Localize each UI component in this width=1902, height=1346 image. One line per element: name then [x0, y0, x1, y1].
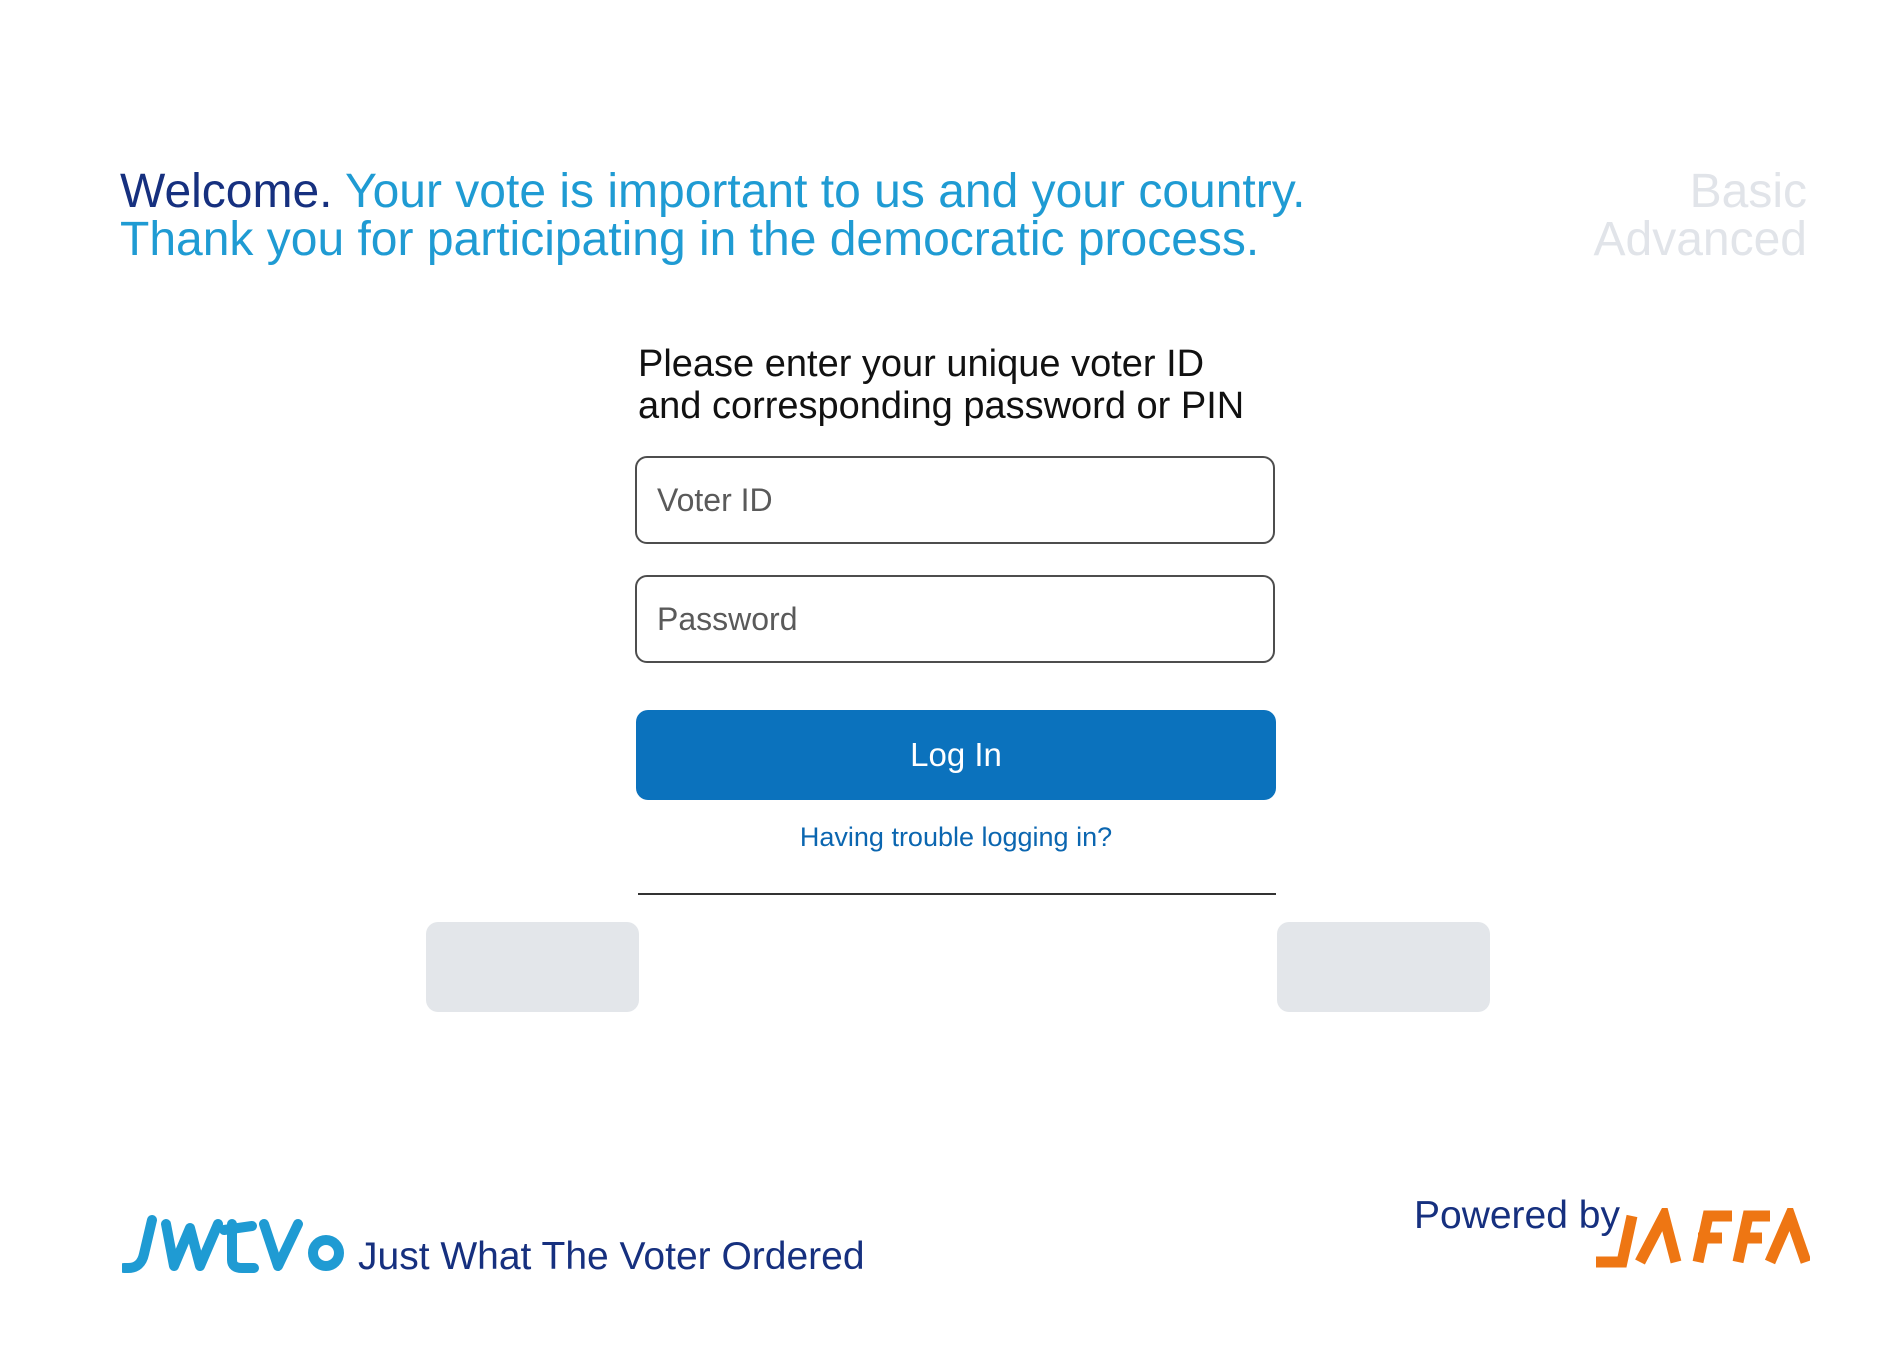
- mode-switch: Basic Advanced: [1594, 168, 1808, 264]
- login-prompt-line-1: Please enter your unique voter ID: [638, 343, 1205, 385]
- footer-brand: Just What The Voter Ordered: [122, 1206, 865, 1276]
- secondary-button-left[interactable]: [426, 922, 639, 1012]
- welcome-line-2: Thank you for participating in the democ…: [120, 213, 1260, 266]
- welcome-strong: Welcome.: [120, 165, 333, 218]
- jwtvo-logo: [122, 1215, 344, 1273]
- mode-advanced-link[interactable]: Advanced: [1594, 216, 1808, 264]
- welcome-message: Welcome. Your vote is important to us an…: [120, 168, 1306, 264]
- footer-tagline: Just What The Voter Ordered: [358, 1235, 865, 1278]
- jaffa-logo: [1596, 1208, 1810, 1268]
- welcome-line-1: Welcome. Your vote is important to us an…: [120, 168, 1306, 216]
- login-help-link[interactable]: Having trouble logging in?: [636, 822, 1276, 853]
- divider: [638, 893, 1276, 895]
- voter-id-input[interactable]: [635, 456, 1275, 544]
- login-prompt: Please enter your unique voter ID and co…: [638, 343, 1244, 427]
- login-button[interactable]: Log In: [636, 710, 1276, 800]
- powered-by-label: Powered by: [1414, 1194, 1620, 1237]
- welcome-text: Your vote is important to us and your co…: [344, 165, 1306, 218]
- secondary-button-right[interactable]: [1277, 922, 1490, 1012]
- login-prompt-line-2: and corresponding password or PIN: [638, 385, 1245, 427]
- mode-basic-link[interactable]: Basic: [1594, 168, 1807, 216]
- password-input[interactable]: [635, 575, 1275, 663]
